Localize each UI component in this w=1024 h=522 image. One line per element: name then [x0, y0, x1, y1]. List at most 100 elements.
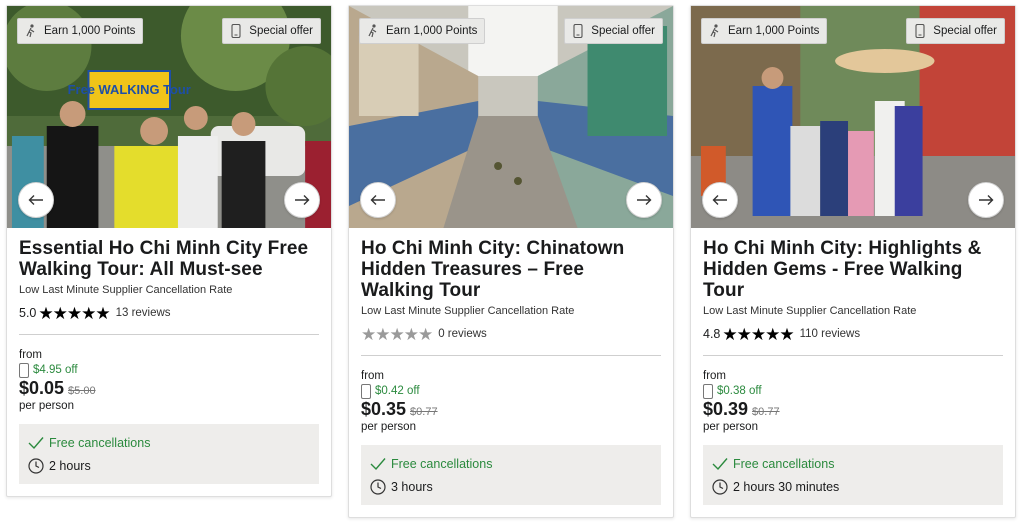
duration: 3 hours: [370, 477, 652, 497]
duration-label: 3 hours: [391, 480, 433, 494]
rating-score: 5.0: [19, 306, 37, 320]
star-rating-icon: ★★★★★: [361, 324, 433, 344]
free-cancellation: Free cancellations: [28, 433, 310, 453]
arrow-right-icon: [295, 195, 310, 205]
tour-photo[interactable]: Free WALKING Tour Earn 1,000 Points Spec…: [7, 6, 331, 228]
price: $0.35: [361, 399, 407, 419]
special-offer-label: Special offer: [249, 25, 313, 37]
old-price: $0.77: [752, 406, 780, 418]
from-label: from: [703, 370, 726, 382]
tour-card-list: Free WALKING Tour Earn 1,000 Points Spec…: [0, 0, 1024, 522]
rating: ★★★★★ 0 reviews: [361, 325, 661, 343]
old-price: $0.77: [410, 406, 438, 418]
tour-card[interactable]: Earn 1,000 Points Special offer Ho Chi M…: [690, 5, 1016, 518]
rating: 5.0 ★★★★★ 13 reviews: [19, 304, 319, 322]
points-walker-icon: [708, 23, 722, 39]
photo-sign: Free WALKING Tour: [68, 82, 191, 97]
previous-photo-button[interactable]: [702, 182, 738, 218]
special-offer-badge: Special offer: [906, 18, 1005, 44]
phone-icon: [571, 23, 585, 39]
tour-title[interactable]: Ho Chi Minh City: Chinatown Hidden Treas…: [361, 238, 661, 301]
arrow-left-icon: [370, 195, 385, 205]
discount: $4.95 off: [19, 362, 319, 378]
duration-label: 2 hours 30 minutes: [733, 480, 840, 494]
supplier-note: Low Last Minute Supplier Cancellation Ra…: [703, 305, 917, 317]
price: $0.05: [19, 378, 65, 398]
next-photo-button[interactable]: [968, 182, 1004, 218]
duration: 2 hours: [28, 456, 310, 476]
arrow-right-icon: [637, 195, 652, 205]
check-icon: [712, 458, 728, 471]
next-photo-button[interactable]: [626, 182, 662, 218]
reviews-count[interactable]: 13 reviews: [116, 307, 171, 319]
discount-amount: $0.42 off: [375, 385, 420, 397]
per-person-label: per person: [19, 400, 74, 412]
from-label: from: [19, 349, 42, 361]
star-rating-icon: ★★★★★: [38, 303, 110, 323]
check-icon: [28, 437, 44, 450]
reviews-count[interactable]: 110 reviews: [800, 328, 861, 340]
free-cancellation: Free cancellations: [712, 454, 994, 474]
tour-title[interactable]: Ho Chi Minh City: Highlights & Hidden Ge…: [703, 238, 1003, 301]
free-cancellation-label: Free cancellations: [391, 457, 493, 471]
arrow-right-icon: [979, 195, 994, 205]
supplier-note: Low Last Minute Supplier Cancellation Ra…: [19, 284, 233, 296]
features-box: Free cancellations 2 hours 30 minutes: [703, 445, 1003, 505]
clock-icon: [370, 479, 386, 495]
divider: [703, 355, 1003, 356]
divider: [361, 355, 661, 356]
old-price: $5.00: [68, 385, 96, 397]
free-cancellation-label: Free cancellations: [49, 436, 151, 450]
rating-score: 4.8: [703, 327, 721, 341]
special-offer-badge: Special offer: [222, 18, 321, 44]
tour-photo[interactable]: Earn 1,000 Points Special offer: [691, 6, 1015, 228]
phone-icon: [19, 362, 29, 378]
free-cancellation-label: Free cancellations: [733, 457, 835, 471]
features-box: Free cancellations 3 hours: [361, 445, 661, 505]
special-offer-badge: Special offer: [564, 18, 663, 44]
points-walker-icon: [24, 23, 38, 39]
discount-amount: $0.38 off: [717, 385, 762, 397]
discount-amount: $4.95 off: [33, 364, 78, 376]
features-box: Free cancellations 2 hours: [19, 424, 319, 484]
check-icon: [370, 458, 386, 471]
discount: $0.38 off: [703, 383, 1003, 399]
discount: $0.42 off: [361, 383, 661, 399]
special-offer-label: Special offer: [933, 25, 997, 37]
earn-points-label: Earn 1,000 Points: [44, 25, 136, 37]
points-walker-icon: [366, 23, 380, 39]
from-label: from: [361, 370, 384, 382]
price: $0.39: [703, 399, 749, 419]
per-person-label: per person: [361, 421, 416, 433]
phone-icon: [361, 383, 371, 399]
star-rating-icon: ★★★★★: [722, 324, 794, 344]
rating: 4.8 ★★★★★ 110 reviews: [703, 325, 1003, 343]
earn-points-label: Earn 1,000 Points: [728, 25, 820, 37]
previous-photo-button[interactable]: [360, 182, 396, 218]
earn-points-badge: Earn 1,000 Points: [701, 18, 828, 44]
divider: [19, 334, 319, 335]
reviews-count[interactable]: 0 reviews: [438, 328, 487, 340]
tour-card[interactable]: Free WALKING Tour Earn 1,000 Points Spec…: [6, 5, 332, 497]
phone-icon: [229, 23, 243, 39]
price-line: $0.39 $0.77: [703, 399, 1003, 420]
previous-photo-button[interactable]: [18, 182, 54, 218]
price-line: $0.05 $5.00: [19, 378, 319, 399]
svg-text:Free WALKING Tour: Free WALKING Tour: [68, 82, 191, 97]
supplier-note: Low Last Minute Supplier Cancellation Ra…: [361, 305, 575, 317]
clock-icon: [28, 458, 44, 474]
phone-icon: [913, 23, 927, 39]
per-person-label: per person: [703, 421, 758, 433]
tour-title[interactable]: Essential Ho Chi Minh City Free Walking …: [19, 238, 319, 280]
next-photo-button[interactable]: [284, 182, 320, 218]
arrow-left-icon: [28, 195, 43, 205]
earn-points-badge: Earn 1,000 Points: [17, 18, 144, 44]
price-line: $0.35 $0.77: [361, 399, 661, 420]
arrow-left-icon: [712, 195, 727, 205]
tour-photo[interactable]: Earn 1,000 Points Special offer: [349, 6, 673, 228]
tour-card[interactable]: Earn 1,000 Points Special offer Ho Chi M…: [348, 5, 674, 518]
free-cancellation: Free cancellations: [370, 454, 652, 474]
duration: 2 hours 30 minutes: [712, 477, 994, 497]
earn-points-label: Earn 1,000 Points: [386, 25, 478, 37]
earn-points-badge: Earn 1,000 Points: [359, 18, 486, 44]
